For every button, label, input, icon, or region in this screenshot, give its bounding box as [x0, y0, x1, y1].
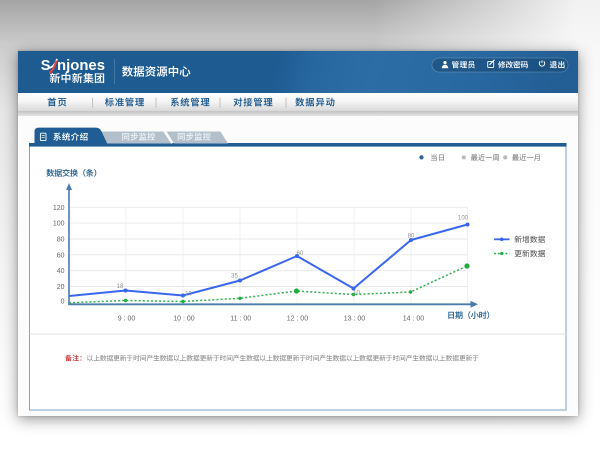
svg-text:10: 10: [353, 291, 360, 297]
svg-text:100: 100: [53, 221, 65, 228]
svg-text:120: 120: [53, 205, 65, 212]
svg-text:80: 80: [57, 237, 65, 244]
svg-text:60: 60: [297, 251, 304, 257]
svg-text:12 : 00: 12 : 00: [287, 315, 309, 322]
svg-text:0: 0: [61, 299, 65, 306]
svg-text:60: 60: [57, 252, 65, 259]
svg-text:20: 20: [57, 284, 65, 291]
svg-text:80: 80: [408, 233, 415, 239]
svg-text:10 : 00: 10 : 00: [173, 315, 195, 322]
svg-text:14 : 00: 14 : 00: [403, 315, 425, 322]
svg-text:100: 100: [458, 215, 469, 221]
svg-text:10: 10: [185, 292, 192, 298]
svg-text:S: S: [41, 58, 51, 74]
svg-text:35: 35: [231, 274, 238, 280]
svg-text:40: 40: [57, 268, 65, 275]
svg-text:18: 18: [117, 284, 124, 290]
svg-text:13 : 00: 13 : 00: [344, 315, 366, 322]
svg-text:njones: njones: [57, 58, 105, 74]
svg-text:11 : 00: 11 : 00: [230, 315, 251, 322]
svg-text:9 : 00: 9 : 00: [118, 315, 136, 322]
